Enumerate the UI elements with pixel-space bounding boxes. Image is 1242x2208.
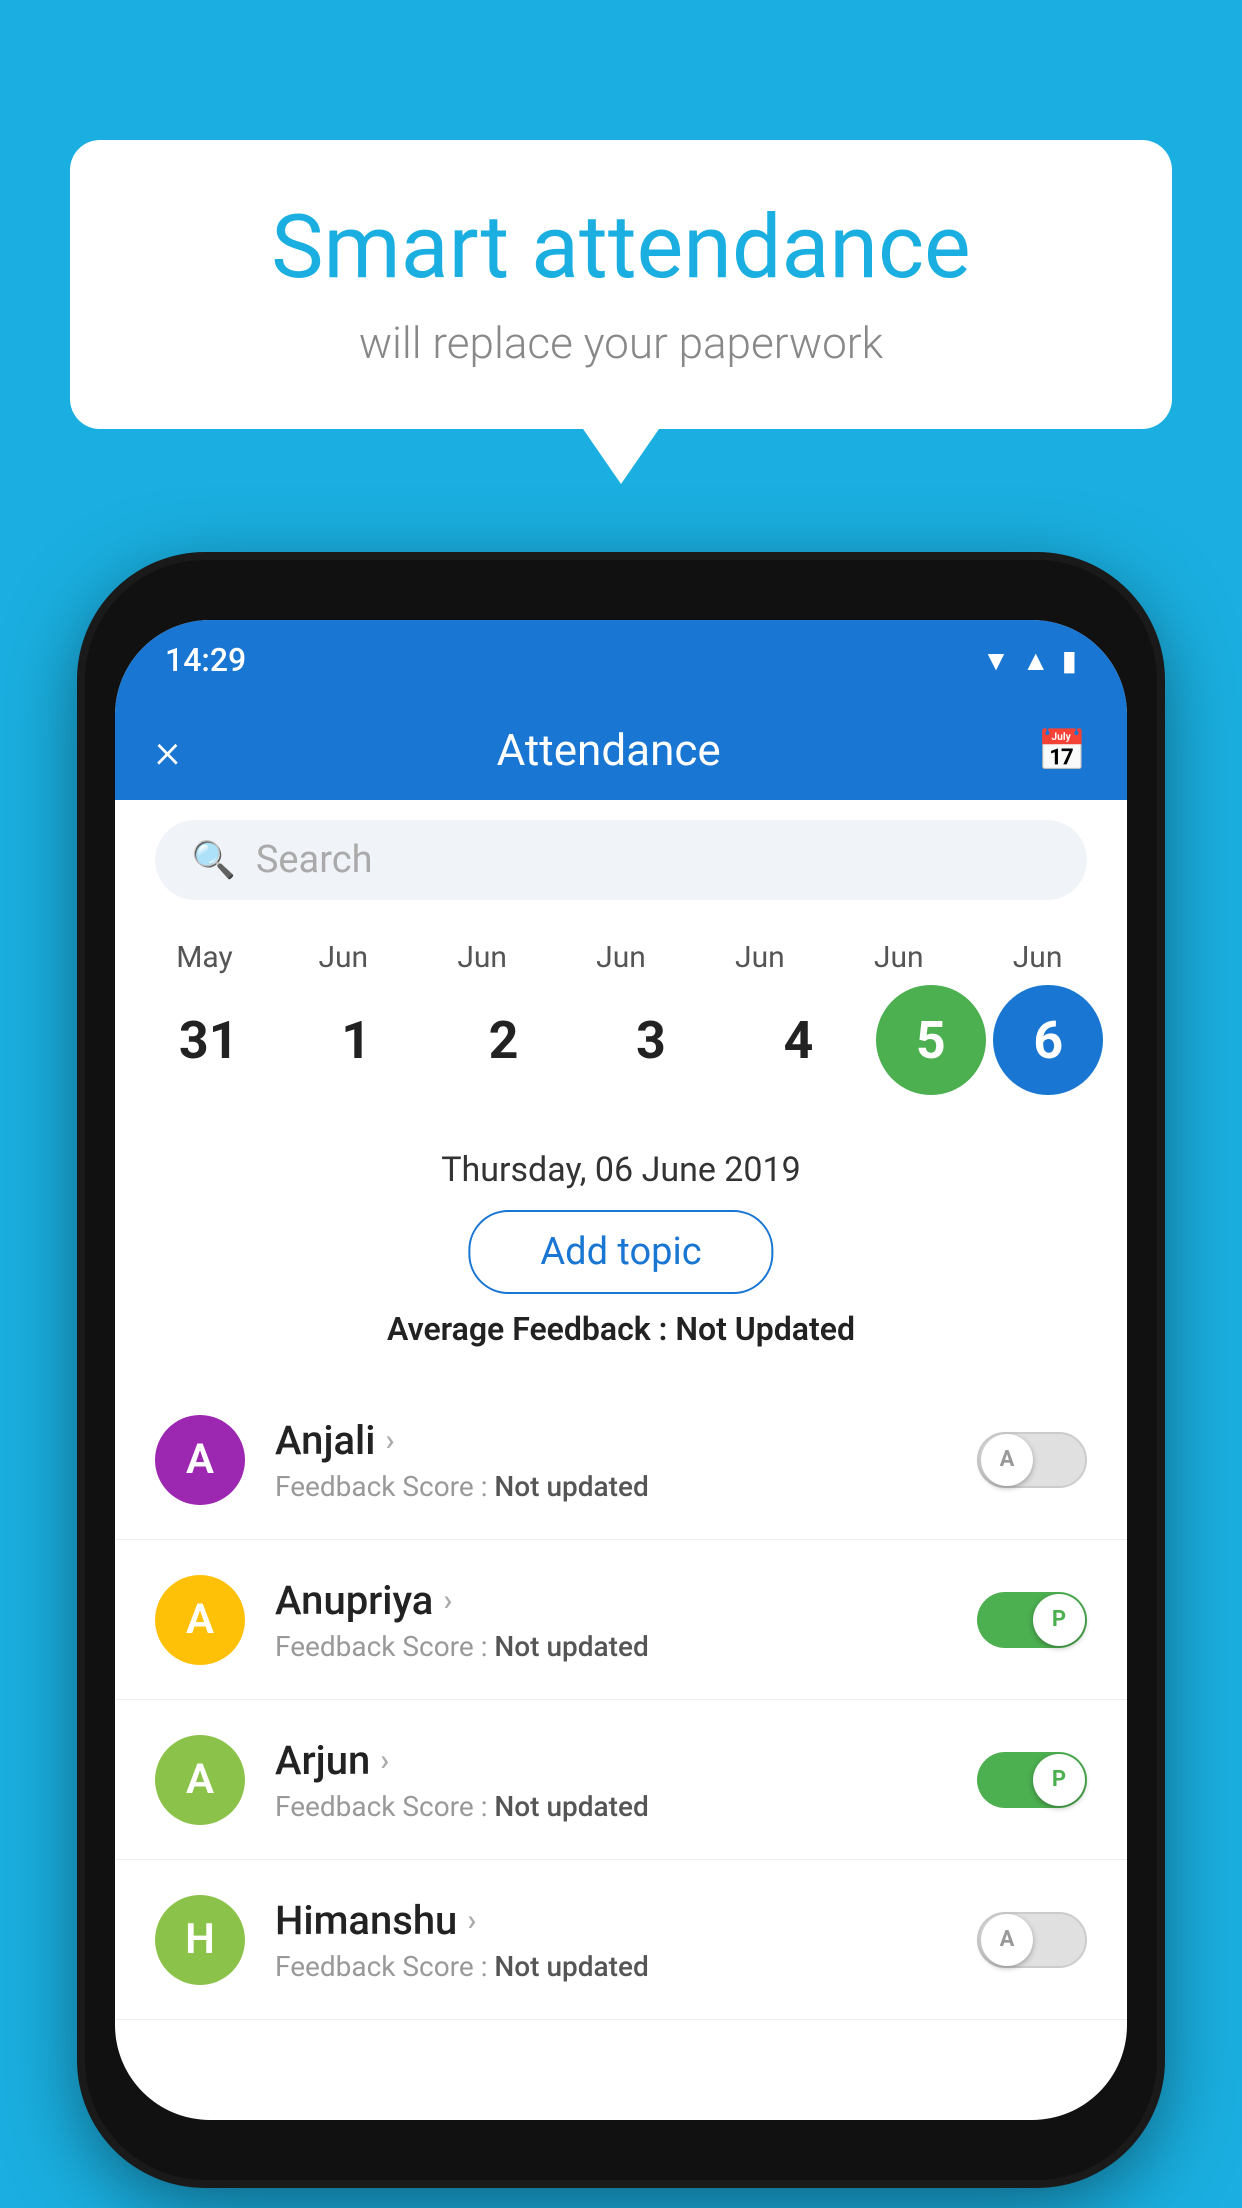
chevron-right-icon: › (443, 1583, 452, 1618)
cal-day-2[interactable]: 2 (434, 990, 574, 1090)
cal-day-4[interactable]: 4 (728, 990, 868, 1090)
student-name[interactable]: Himanshu › (275, 1897, 977, 1944)
cal-day-31[interactable]: 31 (139, 990, 279, 1090)
toggle-knob: A (981, 1914, 1033, 1966)
bubble-title: Smart attendance (150, 200, 1092, 297)
toggle-knob: P (1033, 1594, 1085, 1646)
wifi-icon: ▼ (982, 644, 1010, 677)
attendance-toggle[interactable]: A (977, 1912, 1087, 1968)
feedback-score: Feedback Score : Not updated (275, 1950, 977, 1983)
calendar-days-row: 31 1 2 3 4 5 6 (135, 985, 1107, 1095)
cal-day-3[interactable]: 3 (581, 990, 721, 1090)
chevron-right-icon: › (380, 1743, 389, 1778)
attendance-toggle[interactable]: P (977, 1752, 1087, 1808)
phone-frame: 14:29 ▼ ▲ ▮ × Attendance 📅 🔍 Search May … (85, 560, 1157, 2180)
student-info: Anjali › Feedback Score : Not updated (275, 1417, 977, 1503)
student-list: A Anjali › Feedback Score : Not updated … (115, 1380, 1127, 2120)
search-icon: 🔍 (191, 839, 236, 881)
cal-month-2: Jun (413, 940, 552, 975)
cal-day-6-selected[interactable]: 6 (993, 985, 1103, 1095)
search-bar[interactable]: 🔍 Search (155, 820, 1087, 900)
bubble-subtitle: will replace your paperwork (150, 317, 1092, 369)
cal-day-1[interactable]: 1 (286, 990, 426, 1090)
selected-date-label: Thursday, 06 June 2019 (115, 1150, 1127, 1190)
avg-feedback-value: Not Updated (675, 1310, 855, 1348)
student-name[interactable]: Anupriya › (275, 1577, 977, 1624)
avg-feedback-label: Average Feedback : (387, 1310, 675, 1348)
cal-month-3: Jun (552, 940, 691, 975)
student-name[interactable]: Arjun › (275, 1737, 977, 1784)
toggle-container[interactable]: P (977, 1752, 1087, 1808)
cal-month-0: May (135, 940, 274, 975)
avatar: H (155, 1895, 245, 1985)
attendance-toggle[interactable]: P (977, 1592, 1087, 1648)
app-title: Attendance (180, 724, 1037, 776)
phone-notch (531, 560, 711, 615)
toggle-container[interactable]: P (977, 1592, 1087, 1648)
cal-month-1: Jun (274, 940, 413, 975)
student-name[interactable]: Anjali › (275, 1417, 977, 1464)
feedback-score: Feedback Score : Not updated (275, 1470, 977, 1503)
calendar-strip: May Jun Jun Jun Jun Jun Jun 31 1 2 3 4 5… (115, 920, 1127, 1105)
status-time: 14:29 (165, 641, 246, 679)
speech-bubble: Smart attendance will replace your paper… (70, 140, 1172, 429)
calendar-icon[interactable]: 📅 (1037, 727, 1087, 774)
cal-month-4: Jun (690, 940, 829, 975)
avatar: A (155, 1575, 245, 1665)
student-info: Himanshu › Feedback Score : Not updated (275, 1897, 977, 1983)
list-item: A Anupriya › Feedback Score : Not update… (115, 1540, 1127, 1700)
list-item: A Anjali › Feedback Score : Not updated … (115, 1380, 1127, 1540)
toggle-knob: A (981, 1434, 1033, 1486)
toggle-container[interactable]: A (977, 1432, 1087, 1488)
student-info: Arjun › Feedback Score : Not updated (275, 1737, 977, 1823)
chevron-right-icon: › (385, 1423, 394, 1458)
attendance-toggle[interactable]: A (977, 1432, 1087, 1488)
app-bar: × Attendance 📅 (115, 700, 1127, 800)
average-feedback: Average Feedback : Not Updated (115, 1310, 1127, 1348)
battery-icon: ▮ (1062, 644, 1077, 677)
cal-day-5-today[interactable]: 5 (876, 985, 986, 1095)
list-item: H Himanshu › Feedback Score : Not update… (115, 1860, 1127, 2020)
phone-screen: 14:29 ▼ ▲ ▮ × Attendance 📅 🔍 Search May … (115, 620, 1127, 2120)
avatar: A (155, 1735, 245, 1825)
cal-month-6: Jun (968, 940, 1107, 975)
status-bar: 14:29 ▼ ▲ ▮ (115, 620, 1127, 700)
calendar-months-row: May Jun Jun Jun Jun Jun Jun (135, 940, 1107, 975)
cal-month-5: Jun (829, 940, 968, 975)
add-topic-button[interactable]: Add topic (468, 1210, 773, 1294)
signal-icon: ▲ (1022, 644, 1050, 677)
close-button[interactable]: × (155, 722, 180, 779)
toggle-container[interactable]: A (977, 1912, 1087, 1968)
chevron-right-icon: › (467, 1903, 476, 1938)
student-info: Anupriya › Feedback Score : Not updated (275, 1577, 977, 1663)
feedback-score: Feedback Score : Not updated (275, 1630, 977, 1663)
search-input[interactable]: Search (256, 838, 373, 882)
avatar: A (155, 1415, 245, 1505)
status-icons: ▼ ▲ ▮ (982, 644, 1077, 677)
list-item: A Arjun › Feedback Score : Not updated P (115, 1700, 1127, 1860)
feedback-score: Feedback Score : Not updated (275, 1790, 977, 1823)
toggle-knob: P (1033, 1754, 1085, 1806)
